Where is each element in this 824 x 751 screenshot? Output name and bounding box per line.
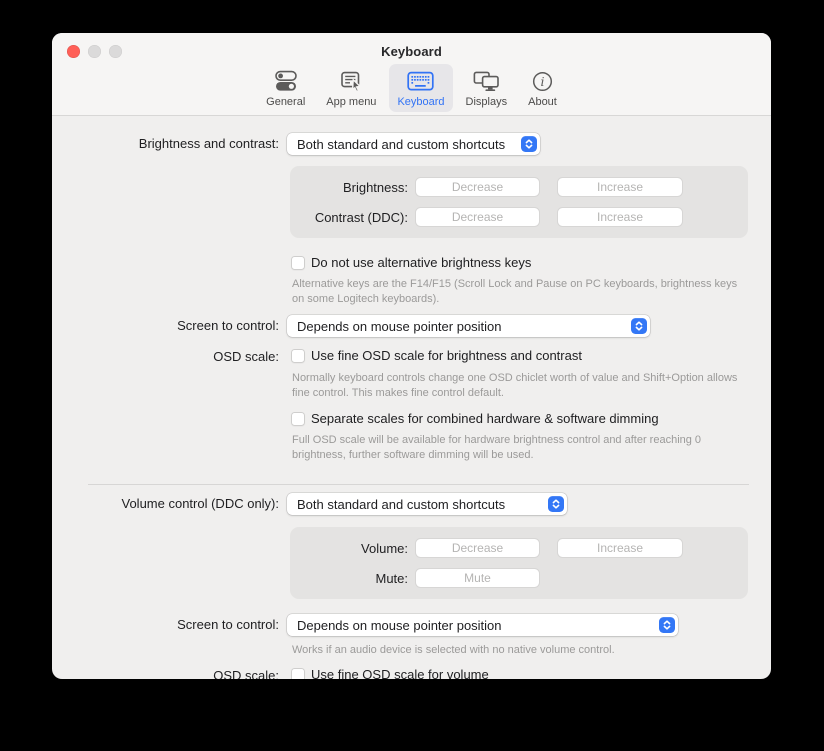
- volume-screen-help: Works if an audio device is selected wit…: [292, 643, 740, 658]
- tab-displays[interactable]: Displays: [458, 64, 516, 112]
- volume-screen-popup[interactable]: Depends on mouse pointer position: [287, 614, 678, 636]
- mute-shortcut-row: Mute: Mute: [290, 568, 748, 588]
- volume-mode-label: Volume control (DDC only):: [68, 493, 279, 515]
- brightness-row-label: Brightness:: [290, 180, 408, 195]
- title-bar: Keyboard General: [52, 33, 771, 116]
- toggles-icon: [273, 69, 299, 94]
- volume-row-label: Volume:: [290, 541, 408, 556]
- tab-label: Displays: [466, 96, 508, 108]
- fine-osd-brightness-help: Normally keyboard controls change one OS…: [292, 371, 740, 401]
- tab-general[interactable]: General: [258, 64, 313, 112]
- volume-screen-row: Screen to control: Depends on mouse poin…: [68, 614, 771, 636]
- volume-mode-popup[interactable]: Both standard and custom shortcuts: [287, 493, 567, 515]
- tab-about[interactable]: i About: [520, 64, 565, 112]
- toolbar: General App menu: [52, 64, 771, 112]
- separate-scales-checkbox[interactable]: [291, 412, 305, 426]
- volume-shortcuts-box: Volume: Decrease Increase Mute: Mute: [290, 527, 748, 599]
- alt-keys-checkbox[interactable]: [291, 256, 305, 270]
- contrast-decrease-button[interactable]: Decrease: [415, 207, 540, 227]
- alt-keys-help: Alternative keys are the F14/F15 (Scroll…: [292, 277, 740, 307]
- fine-osd-brightness-label: Use fine OSD scale for brightness and co…: [311, 348, 582, 364]
- brightness-mode-label: Brightness and contrast:: [68, 133, 279, 155]
- tab-keyboard[interactable]: Keyboard: [389, 64, 452, 112]
- brightness-osd-label: OSD scale:: [68, 348, 279, 365]
- volume-osd-label: OSD scale:: [68, 667, 279, 679]
- tab-label: Keyboard: [397, 96, 444, 108]
- fine-osd-volume-checkbox[interactable]: [291, 668, 305, 679]
- brightness-increase-button[interactable]: Increase: [557, 177, 683, 197]
- displays-icon: [472, 69, 501, 94]
- brightness-screen-row: Screen to control: Depends on mouse poin…: [68, 315, 771, 337]
- volume-screen-value: Depends on mouse pointer position: [297, 618, 502, 633]
- popup-stepper-icon: [631, 318, 647, 334]
- contrast-row-label: Contrast (DDC):: [290, 210, 408, 225]
- contrast-increase-button[interactable]: Increase: [557, 207, 683, 227]
- brightness-decrease-button[interactable]: Decrease: [415, 177, 540, 197]
- tab-app-menu[interactable]: App menu: [318, 64, 384, 112]
- window-title: Keyboard: [52, 44, 771, 59]
- brightness-mode-row: Brightness and contrast: Both standard a…: [68, 133, 771, 155]
- fine-osd-brightness-checkbox[interactable]: [291, 349, 305, 363]
- section-divider: [88, 484, 749, 485]
- contrast-shortcut-row: Contrast (DDC): Decrease Increase: [290, 207, 748, 227]
- popup-stepper-icon: [659, 617, 675, 633]
- volume-mode-value: Both standard and custom shortcuts: [297, 497, 505, 512]
- keyboard-icon: [407, 69, 434, 94]
- separate-scales-label: Separate scales for combined hardware & …: [311, 411, 659, 427]
- tab-label: App menu: [326, 96, 376, 108]
- mute-row-label: Mute:: [290, 571, 408, 586]
- brightness-mode-value: Both standard and custom shortcuts: [297, 137, 505, 152]
- popup-stepper-icon: [548, 496, 564, 512]
- tab-label: General: [266, 96, 305, 108]
- menu-cursor-icon: [339, 69, 364, 94]
- volume-mode-row: Volume control (DDC only): Both standard…: [68, 493, 771, 515]
- alt-keys-row: Do not use alternative brightness keys: [287, 255, 771, 271]
- volume-decrease-button[interactable]: Decrease: [415, 538, 540, 558]
- preferences-window: Keyboard General: [52, 33, 771, 679]
- brightness-shortcuts-box: Brightness: Decrease Increase Contrast (…: [290, 166, 748, 238]
- alt-keys-label: Do not use alternative brightness keys: [311, 255, 531, 271]
- brightness-osd-row: OSD scale: Use fine OSD scale for bright…: [68, 348, 771, 365]
- volume-shortcut-row: Volume: Decrease Increase: [290, 538, 748, 558]
- info-icon: i: [531, 69, 554, 94]
- separate-scales-row: Separate scales for combined hardware & …: [287, 411, 771, 427]
- brightness-shortcut-row: Brightness: Decrease Increase: [290, 177, 748, 197]
- fine-osd-volume-label: Use fine OSD scale for volume: [311, 667, 489, 679]
- volume-screen-label: Screen to control:: [68, 614, 279, 636]
- keyboard-pane: Brightness and contrast: Both standard a…: [52, 116, 771, 679]
- popup-stepper-icon: [521, 136, 537, 152]
- volume-osd-row: OSD scale: Use fine OSD scale for volume: [68, 667, 771, 679]
- brightness-mode-popup[interactable]: Both standard and custom shortcuts: [287, 133, 540, 155]
- svg-text:i: i: [540, 74, 544, 89]
- brightness-screen-popup[interactable]: Depends on mouse pointer position: [287, 315, 650, 337]
- mute-button[interactable]: Mute: [415, 568, 540, 588]
- separate-scales-help: Full OSD scale will be available for har…: [292, 433, 740, 463]
- brightness-screen-label: Screen to control:: [68, 315, 279, 337]
- brightness-screen-value: Depends on mouse pointer position: [297, 319, 502, 334]
- volume-increase-button[interactable]: Increase: [557, 538, 683, 558]
- tab-label: About: [528, 96, 557, 108]
